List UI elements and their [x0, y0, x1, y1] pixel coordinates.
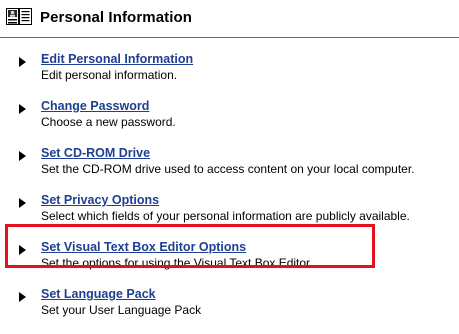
triangle-right-icon: [19, 198, 26, 208]
set-privacy-options-link[interactable]: Set Privacy Options: [41, 193, 159, 207]
list-item: Set Language Pack Set your User Language…: [0, 287, 459, 334]
highlight-box: [5, 224, 375, 268]
list-item: Edit Personal Information Edit personal …: [0, 52, 459, 99]
set-language-pack-link[interactable]: Set Language Pack: [41, 287, 156, 301]
triangle-right-icon: [19, 292, 26, 302]
edit-personal-information-link[interactable]: Edit Personal Information: [41, 52, 193, 66]
header-divider: [0, 37, 459, 38]
triangle-right-icon: [19, 57, 26, 67]
option-list: Edit Personal Information Edit personal …: [0, 52, 459, 334]
list-item: Set CD-ROM Drive Set the CD-ROM drive us…: [0, 146, 459, 193]
list-item: Change Password Choose a new password.: [0, 99, 459, 146]
item-description: Choose a new password.: [41, 115, 176, 129]
page-header: Personal Information: [6, 4, 459, 30]
triangle-right-icon: [19, 151, 26, 161]
page-title: Personal Information: [40, 8, 193, 26]
item-description: Set the CD-ROM drive used to access cont…: [41, 162, 415, 176]
item-description: Set your User Language Pack: [41, 303, 202, 317]
personal-info-icon: [6, 7, 32, 27]
item-description: Select which fields of your personal inf…: [41, 209, 410, 223]
triangle-right-icon: [19, 104, 26, 114]
change-password-link[interactable]: Change Password: [41, 99, 149, 113]
set-cd-rom-drive-link[interactable]: Set CD-ROM Drive: [41, 146, 150, 160]
item-description: Edit personal information.: [41, 68, 178, 82]
